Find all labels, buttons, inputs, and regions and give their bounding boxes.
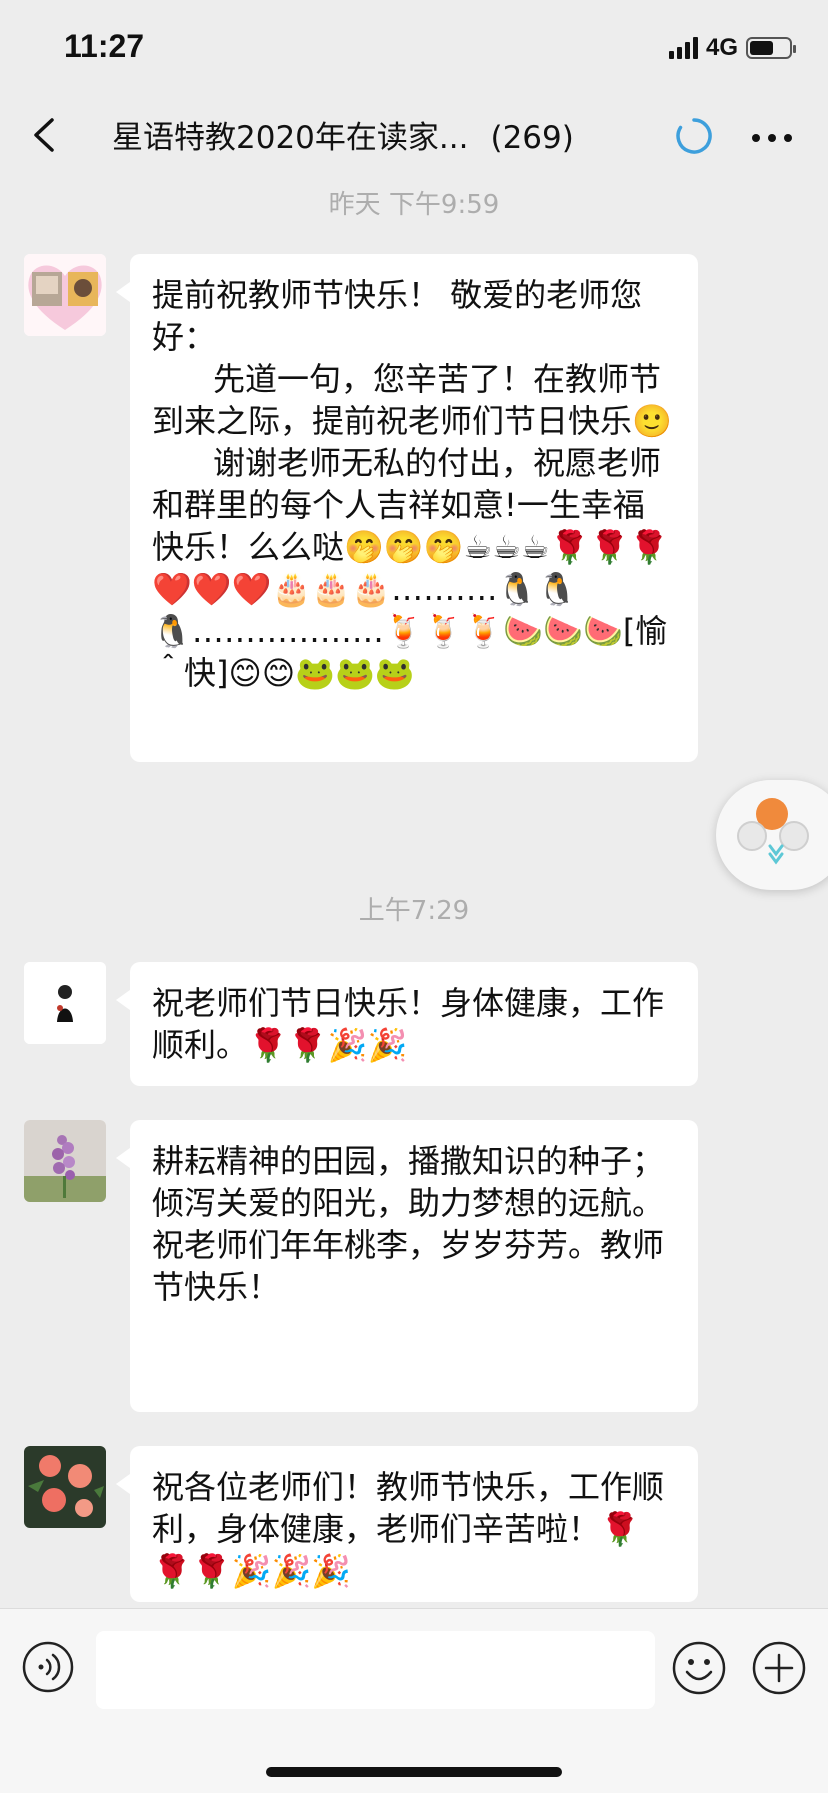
chat-title: 星语特教2020年在读家... (269)	[112, 112, 574, 157]
message-input[interactable]	[96, 1631, 655, 1709]
back-chevron-icon[interactable]	[22, 110, 72, 160]
message-bubble[interactable]: 祝老师们节日快乐！身体健康，工作顺利。🌹🌹🎉🎉	[116, 962, 698, 1086]
floating-link-button[interactable]	[716, 780, 828, 890]
member-count: (269)	[490, 120, 574, 156]
plus-icon[interactable]	[752, 1641, 806, 1695]
message-list[interactable]: 昨天 下午9:59 提前祝教师节快乐！ 敬爱的老师您好： 先道一句，您辛苦了！在…	[0, 178, 828, 1608]
avatar[interactable]	[24, 1120, 106, 1202]
input-bar	[0, 1608, 828, 1793]
avatar[interactable]	[24, 962, 106, 1044]
status-indicators: 4G	[668, 34, 796, 62]
message-bubble[interactable]: 祝各位老师们！教师节快乐，工作顺利，身体健康，老师们辛苦啦！🌹🌹🌹🎉🎉🎉	[116, 1446, 698, 1602]
avatar[interactable]	[24, 1446, 106, 1528]
home-indicator	[266, 1767, 562, 1777]
avatar[interactable]	[24, 254, 106, 336]
link-icon	[737, 798, 809, 865]
emoji-face-icon[interactable]	[672, 1641, 726, 1695]
timestamp: 上午7:29	[358, 896, 470, 926]
chat-header: 星语特教2020年在读家... (269)	[0, 96, 828, 178]
voice-icon[interactable]	[22, 1641, 74, 1693]
signal-icon	[668, 37, 698, 59]
group-name: 星语特教2020年在读家...	[112, 120, 469, 156]
sync-spinner-icon	[676, 118, 712, 154]
timestamp: 昨天 下午9:59	[328, 190, 500, 220]
status-time: 11:27	[64, 28, 145, 64]
more-dots-icon[interactable]	[750, 118, 794, 158]
battery-icon	[746, 37, 796, 59]
network-type: 4G	[705, 34, 738, 61]
status-bar: 11:27 4G	[0, 0, 828, 96]
message-bubble[interactable]: 提前祝教师节快乐！ 敬爱的老师您好： 先道一句，您辛苦了！在教师节到来之际，提前…	[116, 254, 698, 762]
message-bubble[interactable]: 耕耘精神的田园，播撒知识的种子； 倾泻关爱的阳光，助力梦想的远航。 祝老师们年年…	[116, 1120, 698, 1412]
